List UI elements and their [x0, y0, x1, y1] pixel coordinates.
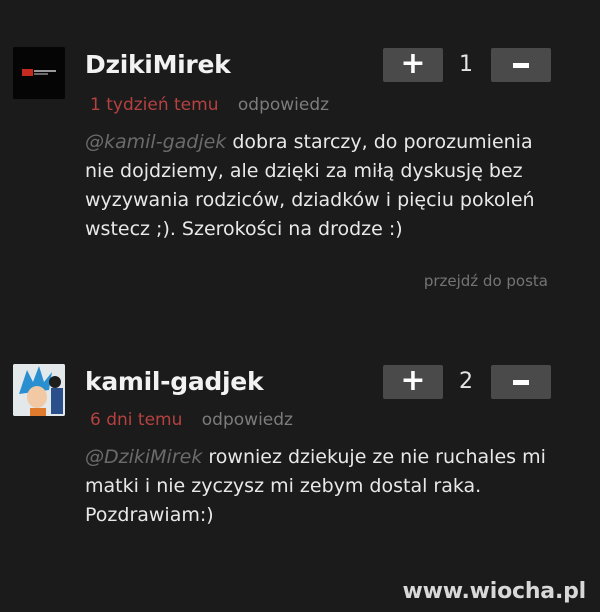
anime-character-avatar-icon — [13, 364, 65, 416]
comment-body: @DzikiMirek rowniez dziekuje ze nie ruch… — [85, 443, 555, 530]
vote-score: 2 — [459, 369, 473, 394]
site-watermark: www.wiocha.pl — [402, 579, 587, 604]
comment-time[interactable]: 6 dni temu — [90, 410, 182, 430]
reply-link[interactable]: odpowiedz — [238, 95, 329, 115]
dark-logo-avatar-icon — [13, 47, 65, 99]
comment-meta: 6 dni temu odpowiedz — [90, 410, 293, 430]
comment-body: @kamil-gadjek dobra starczy, do porozumi… — [85, 128, 555, 244]
user-mention[interactable]: @kamil-gadjek — [85, 131, 226, 153]
downvote-button[interactable] — [491, 365, 551, 399]
comment-kamil-gadjek: kamil-gadjek 6 dni temu odpowiedz + 2 @D… — [0, 330, 600, 612]
user-mention[interactable]: @DzikiMirek — [85, 446, 202, 468]
reply-link[interactable]: odpowiedz — [202, 410, 293, 430]
comment-time[interactable]: 1 tydzień temu — [90, 95, 218, 115]
minus-icon — [513, 379, 529, 385]
vote-score: 1 — [459, 52, 473, 77]
comment-meta: 1 tydzień temu odpowiedz — [90, 95, 329, 115]
comment-dzikimirek: DzikiMirek 1 tydzień temu odpowiedz + 1 … — [0, 0, 600, 330]
upvote-button[interactable]: + — [383, 365, 443, 399]
plus-icon: + — [400, 46, 426, 81]
goto-post-link[interactable]: przejdź do posta — [424, 272, 548, 290]
comment-author[interactable]: DzikiMirek — [85, 50, 231, 79]
minus-icon — [513, 62, 529, 68]
avatar[interactable] — [13, 47, 65, 99]
comment-author[interactable]: kamil-gadjek — [85, 367, 264, 396]
plus-icon: + — [400, 363, 426, 398]
upvote-button[interactable]: + — [383, 48, 443, 82]
avatar[interactable] — [13, 364, 65, 416]
downvote-button[interactable] — [491, 48, 551, 82]
